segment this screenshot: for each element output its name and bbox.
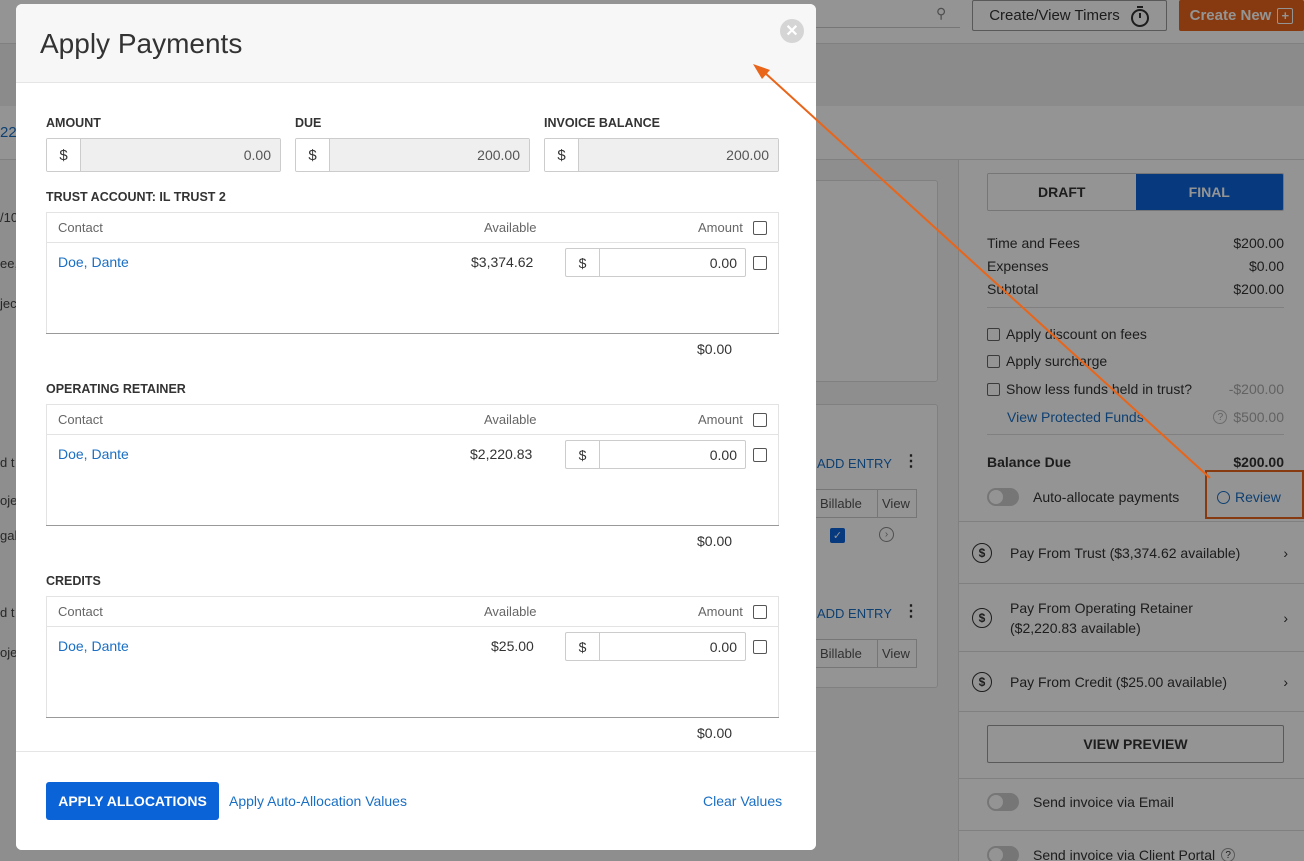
annotation-arrow — [753, 64, 1211, 479]
